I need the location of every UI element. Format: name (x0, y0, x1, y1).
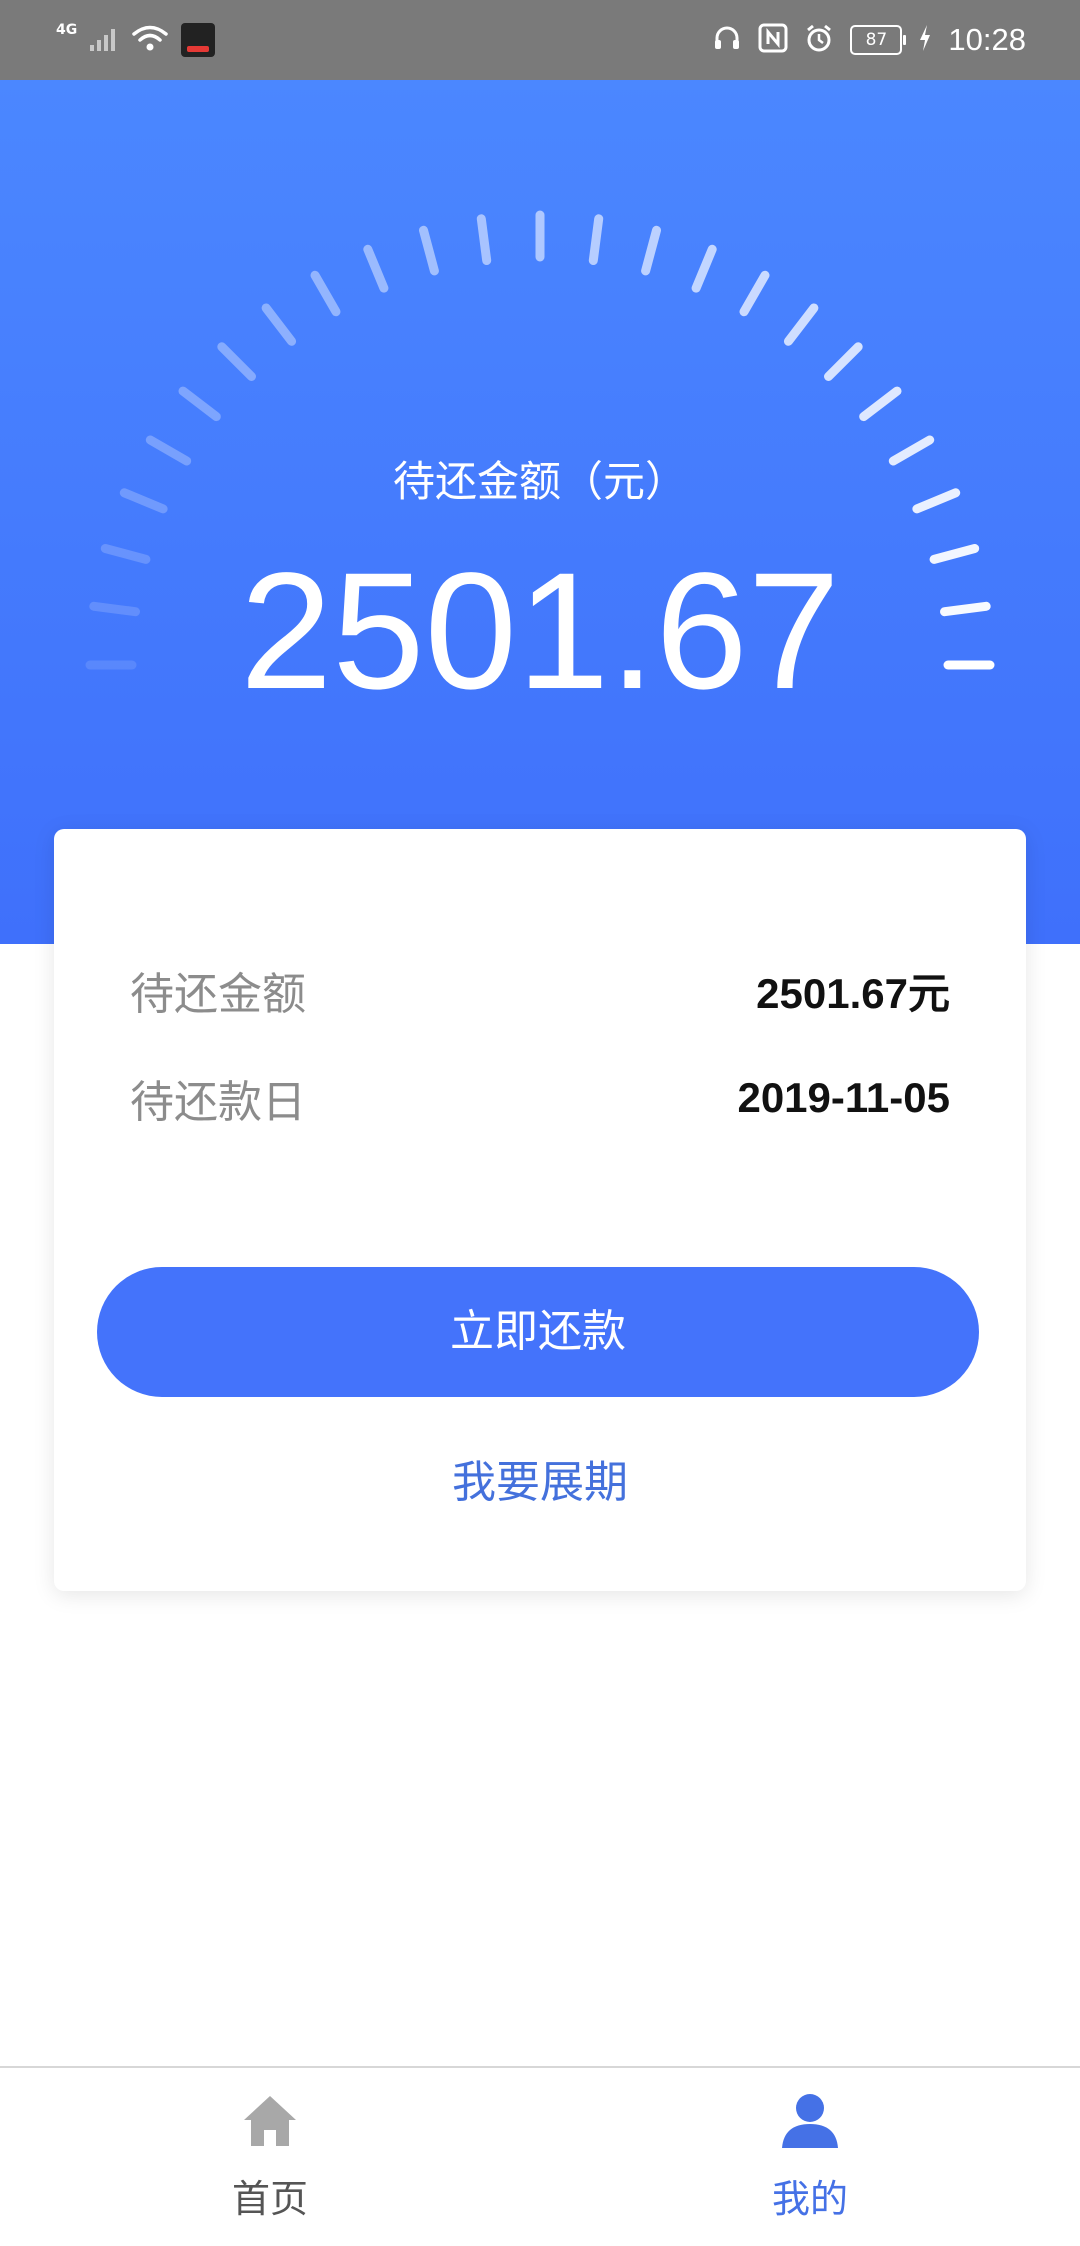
gauge-tick (178, 386, 221, 422)
app-notification-icon (181, 23, 216, 57)
status-right-group: 87 10:28 (712, 14, 1026, 66)
battery-icon: 87 (850, 25, 907, 55)
repay-now-button[interactable]: 立即还款 (97, 1267, 979, 1397)
wifi-icon (131, 23, 169, 57)
gauge-tick (783, 303, 819, 346)
charging-icon (918, 24, 932, 56)
signal-icon (89, 23, 119, 57)
status-left-group: 4G (56, 14, 216, 66)
gauge-tick (217, 342, 256, 381)
gauge-tick (824, 342, 863, 381)
info-row-due-date: 待还款日 2019-11-05 (130, 1063, 950, 1133)
alarm-icon (804, 23, 834, 57)
info-row-amount: 待还金额 2501.67元 (130, 955, 950, 1025)
nav-item-home[interactable]: 首页 (150, 2068, 390, 2246)
gauge-tick (641, 225, 661, 276)
nav-item-mine[interactable]: 我的 (690, 2068, 930, 2246)
extend-loan-link[interactable]: 我要展期 (54, 1453, 1026, 1513)
gauge-tick (691, 244, 717, 293)
network-type-label: 4G (56, 22, 78, 38)
gauge-tick (261, 303, 297, 346)
gauge-dial (85, 210, 995, 670)
nav-label-mine: 我的 (771, 2177, 848, 2221)
header-amount-label: 待还金额（元） (392, 457, 687, 506)
nav-label-home: 首页 (231, 2177, 308, 2221)
clock-time: 10:28 (948, 22, 1026, 57)
gauge-tick (739, 270, 770, 317)
user-icon (780, 2090, 840, 2150)
gauge-tick (310, 270, 341, 317)
gauge-tick (588, 214, 604, 265)
repayment-card: 待还金额 2501.67元 待还款日 2019-11-05 立即还款 我要展期 (54, 829, 1026, 1591)
gauge-tick (476, 214, 492, 265)
bottom-nav: 首页 我的 (0, 2066, 1080, 2246)
gauge-tick (419, 225, 439, 276)
info-value-due-date: 2019-11-05 (737, 1074, 950, 1121)
info-value-amount: 2501.67元 (756, 969, 950, 1017)
gauge-tick (363, 244, 389, 293)
headphones-icon (712, 23, 742, 57)
header-panel: 待还金额（元） 2501.67 (0, 80, 1080, 944)
status-bar: 4G 87 10:28 (0, 0, 1080, 80)
home-icon (240, 2090, 300, 2150)
gauge-tick (859, 386, 902, 422)
info-label-due-date: 待还款日 (130, 1077, 306, 1128)
header-amount-value: 2501.67 (239, 539, 841, 724)
info-label-amount: 待还金额 (130, 969, 306, 1020)
nfc-icon (758, 23, 788, 57)
